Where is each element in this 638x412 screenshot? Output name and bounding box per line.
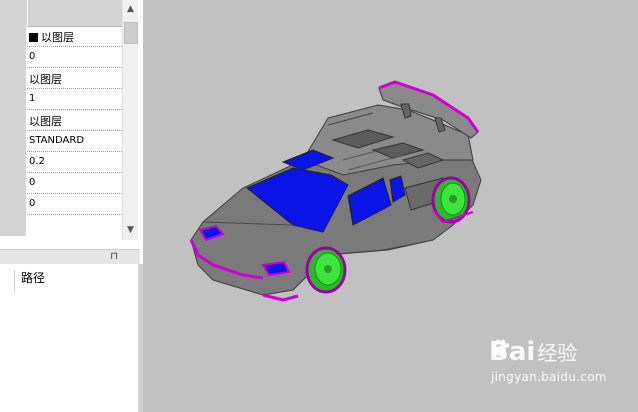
property-value: 1 xyxy=(29,93,36,104)
column-separator xyxy=(14,270,15,292)
path-column-header[interactable]: 路径 xyxy=(21,269,45,286)
scrollbar-thumb[interactable] xyxy=(124,22,138,44)
property-name-cell xyxy=(0,47,27,68)
properties-grid: 以图层 0 以图层 1 以图层 STANDARD 0.2 0 0 xyxy=(0,0,122,240)
list-panel: 路径 xyxy=(0,264,140,412)
property-value: 0 xyxy=(29,51,36,62)
property-name-cell xyxy=(0,68,27,89)
pin-icon[interactable]: ⊓ xyxy=(110,250,118,264)
car-model xyxy=(189,80,482,302)
property-name-cell xyxy=(0,152,27,173)
property-value: 0 xyxy=(29,198,36,209)
scroll-up-icon[interactable]: ▲ xyxy=(123,2,138,17)
left-panel: 以图层 0 以图层 1 以图层 STANDARD 0.2 0 0 ▲ ▼ ⊓ 路… xyxy=(0,0,143,412)
property-row[interactable]: 0 xyxy=(0,173,122,194)
paw-icon xyxy=(491,339,510,356)
property-name-cell xyxy=(0,173,27,194)
property-value: STANDARD xyxy=(29,135,85,146)
property-value: 0.2 xyxy=(29,156,45,167)
property-value: 0 xyxy=(29,177,36,188)
property-row[interactable] xyxy=(0,215,122,236)
property-row[interactable]: STANDARD xyxy=(0,131,122,152)
property-value: 以图层 xyxy=(29,115,62,128)
baidu-jingyan-watermark: Bai 经验 jingyan.baidu.com xyxy=(483,337,623,397)
property-name-column xyxy=(0,0,28,26)
property-row[interactable]: 以图层 xyxy=(0,68,122,89)
watermark-logo: Bai 经验 xyxy=(489,337,578,367)
properties-header xyxy=(0,0,122,27)
property-name-cell xyxy=(0,131,27,152)
property-value: 以图层 xyxy=(41,31,74,44)
property-name-cell xyxy=(0,26,27,47)
property-row[interactable]: 0.2 xyxy=(0,152,122,173)
property-name-cell xyxy=(0,194,27,215)
property-row[interactable]: 0 xyxy=(0,47,122,68)
property-name-cell xyxy=(0,89,27,110)
watermark-url: jingyan.baidu.com xyxy=(491,370,607,384)
property-row-color[interactable]: 以图层 xyxy=(0,26,122,47)
properties-scrollbar[interactable]: ▲ ▼ xyxy=(122,0,138,240)
color-swatch xyxy=(29,33,38,42)
property-row[interactable]: 以图层 xyxy=(0,110,122,131)
property-value: 以图层 xyxy=(29,73,62,86)
3d-viewport[interactable]: Bai 经验 jingyan.baidu.com xyxy=(143,0,638,412)
property-row[interactable]: 1 xyxy=(0,89,122,110)
property-name-cell xyxy=(0,215,27,236)
property-row[interactable]: 0 xyxy=(0,194,122,215)
property-name-cell xyxy=(0,110,27,131)
dock-title-bar: ⊓ xyxy=(0,249,140,265)
scroll-down-icon[interactable]: ▼ xyxy=(123,223,138,238)
